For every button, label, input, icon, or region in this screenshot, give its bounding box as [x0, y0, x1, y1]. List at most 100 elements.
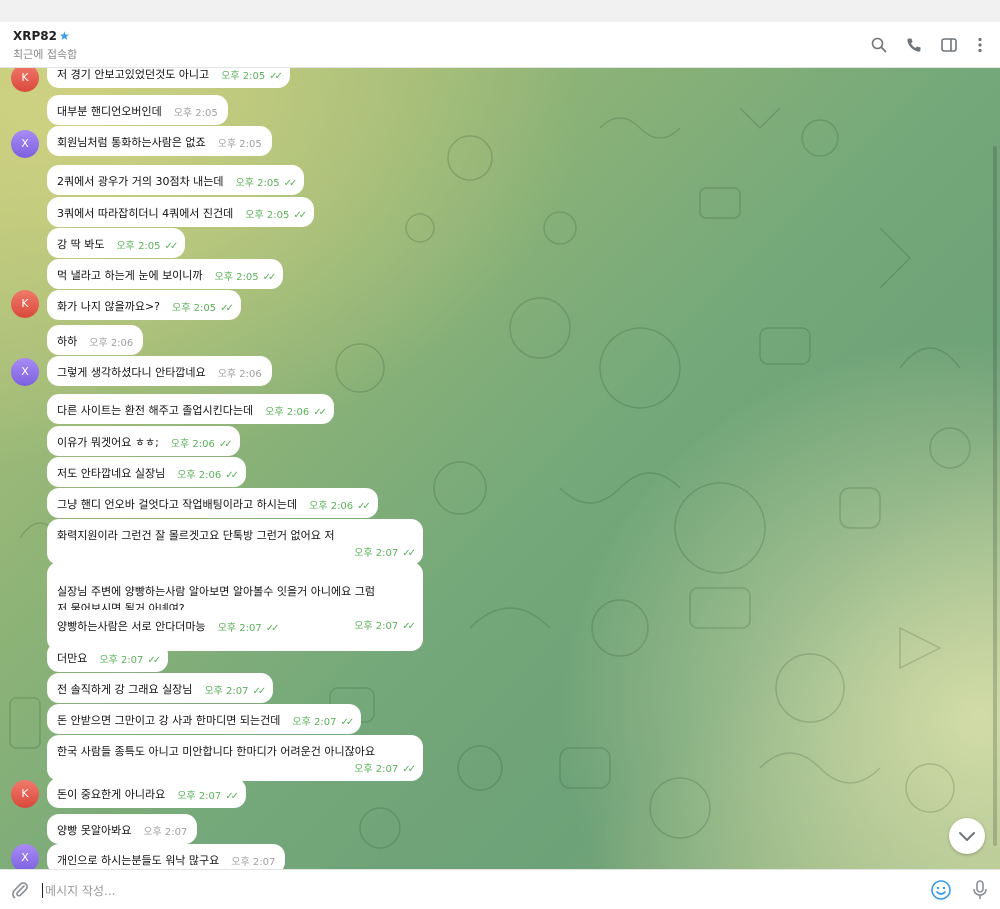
message-bubble[interactable]: 양빵 못알아봐요 오후 2:07	[47, 814, 198, 844]
read-ticks-icon: ✓✓	[164, 241, 179, 252]
avatar[interactable]: K	[11, 290, 39, 318]
contact-name[interactable]: XRP82	[13, 29, 57, 43]
message-text: 강 딱 봐도	[57, 238, 105, 251]
read-ticks-icon: ✓✓	[313, 407, 327, 418]
message-bubble[interactable]: 돈 안받으면 그만이고 강 사과 한마디면 되는건데 오후 2:07 ✓✓	[47, 704, 362, 734]
star-icon: ★	[59, 29, 70, 43]
message-time: 오후 2:06	[89, 338, 134, 349]
read-ticks-icon: ✓✓	[147, 655, 161, 666]
read-ticks-icon: ✓✓	[340, 717, 354, 728]
message-bubble[interactable]: 회원님처럼 통화하는사람은 없죠 오후 2:05	[47, 126, 272, 156]
message-time: 오후 2:07	[231, 857, 276, 868]
message-text: 먹 낼라고 하는게 눈에 보이니까	[57, 269, 203, 282]
avatar[interactable]: K	[11, 780, 39, 808]
message-time-wrap: 오후 2:05 ✓✓	[116, 237, 179, 252]
message-bubble[interactable]: 저 경기 안보고있었던것도 아니고 오후 2:05 ✓✓	[47, 68, 290, 88]
contact-name-row[interactable]: XRP82 ★	[13, 29, 70, 43]
message-text: 더만요	[57, 652, 88, 665]
message-composer: 메시지 작성...	[0, 869, 1000, 909]
read-ticks-icon: ✓✓	[293, 210, 307, 221]
message-time-wrap: 오후 2:07 ✓✓	[204, 682, 266, 697]
read-ticks-icon: ✓✓	[283, 178, 298, 189]
message-bubble[interactable]: 2쿼에서 광우가 거의 30점차 내는데 오후 2:05 ✓✓	[47, 165, 305, 195]
message-text: 이유가 뭐겟어요 ㅎㅎ;	[57, 436, 159, 449]
message-time-wrap: 오후 2:05 ✓✓	[245, 206, 307, 221]
message-time: 오후 2:07	[217, 623, 262, 634]
read-ticks-icon: ✓✓	[265, 623, 280, 634]
message-text: 화력지원이라 그런건 잘 몰르겟고요 단톡방 그런거 없어요 저	[57, 529, 335, 542]
message-time: 오후 2:07	[143, 827, 188, 838]
message-time-wrap: 오후 2:07 ✓✓	[57, 544, 416, 559]
message-bubble[interactable]: 개인으로 하시는분들도 워낙 많구요 오후 2:07	[47, 844, 286, 869]
message-bubble[interactable]: 강 딱 봐도 오후 2:05 ✓✓	[47, 228, 186, 258]
message-text: 돈 안받으면 그만이고 강 사과 한마디면 되는건데	[57, 714, 281, 727]
read-ticks-icon: ✓✓	[262, 272, 277, 283]
avatar[interactable]: X	[11, 358, 39, 386]
message-bubble[interactable]: 3쿼에서 따라잡히더니 4쿼에서 진건데 오후 2:05 ✓✓	[47, 197, 315, 227]
message-bubble[interactable]: 먹 낼라고 하는게 눈에 보이니까 오후 2:05 ✓✓	[47, 259, 284, 289]
microphone-icon[interactable]	[970, 879, 990, 901]
message-time-wrap: 오후 2:06 ✓✓	[170, 435, 233, 450]
read-ticks-icon: ✓✓	[269, 71, 283, 82]
message-time: 오후 2:05	[173, 108, 218, 119]
message-text: 화가 나지 않을까요>?	[57, 300, 161, 313]
read-ticks-icon: ✓✓	[220, 303, 234, 314]
emoji-icon[interactable]	[930, 879, 952, 901]
message-bubble[interactable]: 그냥 핸디 언오바 걸엇다고 작업배팅이라고 하시는데 오후 2:06 ✓✓	[47, 488, 378, 518]
message-bubble[interactable]: 한국 사람들 종특도 아니고 미안합니다 한마디가 어려운건 아니잖아요 오후 2…	[47, 735, 423, 781]
message-time-wrap: 오후 2:06 ✓✓	[177, 466, 239, 481]
paperclip-icon[interactable]	[10, 880, 30, 900]
message-text: 하하	[57, 335, 78, 348]
message-bubble[interactable]: 다른 사이트는 환전 해주고 졸업시킨다는데 오후 2:06 ✓✓	[47, 394, 334, 424]
message-time: 오후 2:05	[245, 210, 290, 221]
message-time: 오후 2:07	[292, 717, 337, 728]
message-time: 오후 2:05	[116, 241, 161, 252]
message-bubble[interactable]: 대부분 핸디언오버인데 오후 2:05	[47, 95, 228, 125]
message-time-wrap: 오후 2:07 ✓✓	[217, 619, 280, 634]
message-text: 양빵하는사람은 서로 안다더마능	[57, 620, 206, 633]
text-caret	[42, 883, 43, 898]
message-text: 저 경기 안보고있었던것도 아니고	[57, 68, 210, 81]
message-bubble[interactable]: 돈이 중요한게 아니라요 오후 2:07 ✓✓	[47, 778, 247, 808]
message-text: 저도 안타깝네요 실장님	[57, 467, 166, 480]
message-bubble[interactable]: 양빵하는사람은 서로 안다더마능 오후 2:07 ✓✓	[47, 610, 287, 640]
message-time: 오후 2:05	[172, 303, 217, 314]
read-ticks-icon: ✓✓	[402, 621, 416, 632]
message-time: 오후 2:07	[354, 621, 399, 632]
message-bubble[interactable]: 화가 나지 않을까요>? 오후 2:05 ✓✓	[47, 290, 241, 320]
read-ticks-icon: ✓✓	[225, 470, 239, 481]
message-list[interactable]: K 저 경기 안보고있었던것도 아니고 오후 2:05 ✓✓ 대부분 핸디언오버인데…	[0, 68, 1000, 869]
avatar[interactable]: X	[11, 844, 39, 869]
message-bubble[interactable]: 더만요 오후 2:07 ✓✓	[47, 642, 169, 672]
message-time: 오후 2:06	[217, 369, 262, 380]
message-text: 전 솔직하게 강 그래요 실장님	[57, 683, 193, 696]
search-icon[interactable]	[870, 36, 888, 54]
message-time: 오후 2:06	[170, 439, 215, 450]
message-bubble[interactable]: 하하 오후 2:06	[47, 325, 144, 355]
message-time-wrap: 오후 2:07 ✓✓	[177, 787, 239, 802]
message-text: 다른 사이트는 환전 해주고 졸업시킨다는데	[57, 404, 254, 417]
scroll-to-bottom-button[interactable]	[949, 818, 985, 854]
phone-icon[interactable]	[905, 36, 923, 54]
sidebar-toggle-icon[interactable]	[940, 36, 958, 54]
message-bubble[interactable]: 그렇게 생각하셨다니 안타깝네요 오후 2:06	[47, 356, 272, 386]
message-bubble[interactable]: 전 솔직하게 강 그래요 실장님 오후 2:07 ✓✓	[47, 673, 274, 703]
message-bubble[interactable]: 화력지원이라 그런건 잘 몰르겟고요 단톡방 그런거 없어요 저오후 2:07 ✓…	[47, 519, 423, 565]
scrollbar[interactable]	[993, 146, 997, 846]
more-vertical-icon[interactable]	[971, 36, 989, 54]
read-ticks-icon: ✓✓	[402, 548, 416, 559]
message-input[interactable]: 메시지 작성...	[45, 882, 115, 899]
message-time-wrap: 오후 2:06 ✓✓	[309, 497, 371, 512]
read-ticks-icon: ✓✓	[218, 439, 233, 450]
message-time: 오후 2:07	[354, 764, 399, 775]
message-time-wrap: 오후 2:06 ✓✓	[265, 403, 327, 418]
read-ticks-icon: ✓✓	[357, 501, 371, 512]
message-text: 그냥 핸디 언오바 걸엇다고 작업배팅이라고 하시는데	[57, 498, 298, 511]
message-bubble[interactable]: 이유가 뭐겟어요 ㅎㅎ; 오후 2:06 ✓✓	[47, 426, 240, 456]
avatar[interactable]: X	[11, 130, 39, 158]
message-text: 양빵 못알아봐요	[57, 824, 132, 837]
message-time: 오후 2:05	[235, 178, 280, 189]
message-time-wrap: 오후 2:07 ✓✓	[292, 713, 354, 728]
message-bubble[interactable]: 저도 안타깝네요 실장님 오후 2:06 ✓✓	[47, 457, 247, 487]
message-time: 오후 2:07	[204, 686, 249, 697]
